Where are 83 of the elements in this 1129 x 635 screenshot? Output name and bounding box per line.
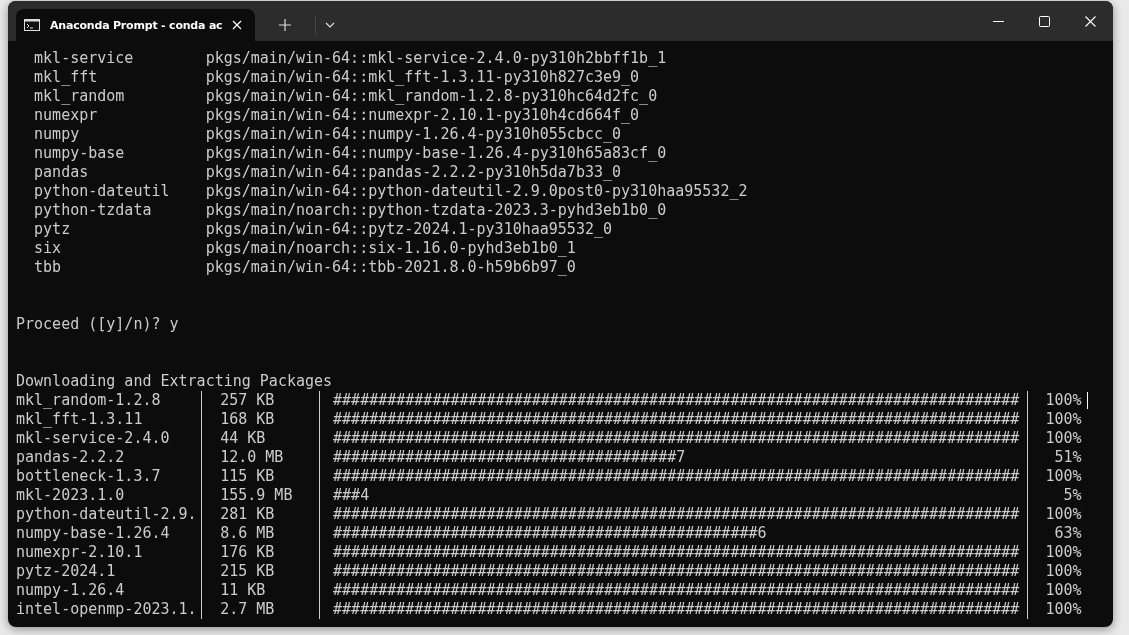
prompt-text: Proceed ([y]/n)? y xyxy=(16,315,179,334)
package-source: pkgs/main/win-64::mkl_random-1.2.8-py310hc64d2fc_0 xyxy=(205,87,658,106)
download-size: 281 KB xyxy=(220,505,275,524)
download-size: 12.0 MB xyxy=(220,448,284,467)
download-percent: 100% xyxy=(1045,410,1082,429)
package-source: pkgs/main/win-64::numexpr-2.10.1-py310h4cd664f_0 xyxy=(205,106,640,125)
download-percent: 63% xyxy=(1054,524,1082,543)
download-size: 155.9 MB xyxy=(220,486,293,505)
package-name: pandas xyxy=(34,163,90,182)
progress-text: ############################################################################ xyxy=(333,410,1020,429)
package-name: six xyxy=(34,239,63,258)
tab-title: Anaconda Prompt - conda ac xyxy=(50,18,223,32)
progress-text: ############################################################################ xyxy=(333,562,1020,581)
package-name: numpy xyxy=(34,125,81,144)
package-source: pkgs/main/noarch::python-tzdata-2023.3-pyhd3eb1b0_0 xyxy=(205,201,667,220)
package-source: pkgs/main/win-64::mkl-service-2.4.0-py310h2bbff1b_1 xyxy=(205,49,667,68)
progress-text: ############################################################################ xyxy=(333,467,1020,486)
download-name: mkl_random-1.2.8 xyxy=(16,391,161,410)
download-percent: 100% xyxy=(1045,391,1082,410)
package-name: mkl_random xyxy=(34,87,126,106)
close-icon[interactable] xyxy=(1084,15,1096,27)
download-size: 44 KB xyxy=(220,429,266,448)
download-name: mkl_fft-1.3.11 xyxy=(16,410,143,429)
download-percent: 51% xyxy=(1054,448,1082,467)
download-name: mkl-2023.1.0 xyxy=(16,486,125,505)
close-icon[interactable] xyxy=(232,20,243,30)
download-name: numexpr-2.10.1 xyxy=(16,543,143,562)
package-source: pkgs/main/win-64::pandas-2.2.2-py310h5da7b33_0 xyxy=(205,163,622,182)
download-name: numpy-base-1.26.4 xyxy=(16,524,170,543)
download-percent: 100% xyxy=(1045,505,1082,524)
download-percent: 100% xyxy=(1045,467,1082,486)
chevron-down-icon[interactable] xyxy=(325,22,335,28)
download-name: intel-openmp-2023.1. xyxy=(16,600,197,619)
progress-text: ############################################################################ xyxy=(333,581,1020,600)
package-name: python-dateutil xyxy=(34,182,171,201)
download-name: pandas-2.2.2 xyxy=(16,448,125,467)
package-name: python-tzdata xyxy=(34,201,153,220)
terminal-tab[interactable]: Anaconda Prompt - conda ac xyxy=(16,9,255,41)
download-size: 176 KB xyxy=(220,543,275,562)
progress-text: ###############################################6 xyxy=(333,524,767,543)
package-source: pkgs/main/noarch::six-1.16.0-pyhd3eb1b0_1 xyxy=(205,239,576,258)
progress-text: ############################################################################ xyxy=(333,505,1020,524)
package-name: mkl_fft xyxy=(34,68,99,87)
package-source: pkgs/main/win-64::tbb-2021.8.0-h59b6b97_0 xyxy=(205,258,576,277)
download-percent: 5% xyxy=(1063,486,1082,505)
terminal-icon xyxy=(24,19,40,31)
package-source: pkgs/main/win-64::numpy-1.26.4-py310h055cbcc_0 xyxy=(205,125,622,144)
plus-icon[interactable] xyxy=(279,19,291,31)
download-size: 215 KB xyxy=(220,562,275,581)
download-percent: 100% xyxy=(1045,543,1082,562)
package-name: tbb xyxy=(34,258,63,277)
progress-text: ############################################################################ xyxy=(333,429,1020,448)
download-percent: 100% xyxy=(1045,562,1082,581)
package-name: numexpr xyxy=(34,106,99,125)
download-name: pytz-2024.1 xyxy=(16,562,116,581)
progress-text: ###4 xyxy=(333,486,370,505)
package-source: pkgs/main/win-64::numpy-base-1.26.4-py310h65a83cf_0 xyxy=(205,144,667,163)
download-size: 168 KB xyxy=(220,410,275,429)
package-name: numpy-base xyxy=(34,144,126,163)
download-size: 8.6 MB xyxy=(220,524,275,543)
download-size: 11 KB xyxy=(220,581,266,600)
progress-text: ######################################7 xyxy=(333,448,686,467)
progress-text: ############################################################################ xyxy=(333,391,1020,410)
download-size: 115 KB xyxy=(220,467,275,486)
download-name: python-dateutil-2.9. xyxy=(16,505,197,524)
download-size: 257 KB xyxy=(220,391,275,410)
package-name: pytz xyxy=(34,220,72,239)
maximize-icon[interactable] xyxy=(1038,15,1050,27)
download-percent: 100% xyxy=(1045,581,1082,600)
package-source: pkgs/main/win-64::mkl_fft-1.3.11-py310h827c3e9_0 xyxy=(205,68,640,87)
package-source: pkgs/main/win-64::python-dateutil-2.9.0post0-py310haa95532_2 xyxy=(205,182,748,201)
package-name: mkl-service xyxy=(34,49,135,68)
download-name: bottleneck-1.3.7 xyxy=(16,467,161,486)
package-source: pkgs/main/win-64::pytz-2024.1-py310haa95532_0 xyxy=(205,220,612,239)
heading-text: Downloading and Extracting Packages xyxy=(16,372,333,391)
download-percent: 100% xyxy=(1045,600,1082,619)
progress-text: ############################################################################ xyxy=(333,543,1020,562)
progress-text: ############################################################################ xyxy=(333,600,1020,619)
minimize-icon[interactable] xyxy=(992,20,1004,22)
download-name: mkl-service-2.4.0 xyxy=(16,429,170,448)
download-percent: 100% xyxy=(1045,429,1082,448)
download-name: numpy-1.26.4 xyxy=(16,581,125,600)
download-size: 2.7 MB xyxy=(220,600,275,619)
